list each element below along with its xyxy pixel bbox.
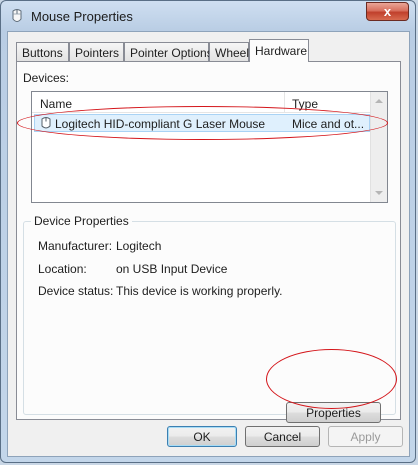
device-status-label: Device status:	[38, 284, 114, 298]
device-status-value: This device is working properly.	[116, 284, 283, 298]
device-row-logitech-mouse[interactable]: Logitech HID-compliant G Laser Mouse Mic…	[34, 114, 370, 132]
tab-hardware[interactable]: Hardware	[249, 39, 309, 62]
window-title: Mouse Properties	[31, 9, 133, 24]
hardware-tab-panel: Devices: Name Type Logitech HID-complian…	[16, 61, 401, 423]
device-type: Mice and ot...	[292, 117, 365, 131]
column-header-name[interactable]: Name	[40, 97, 72, 111]
tab-pointers[interactable]: Pointers	[69, 42, 124, 61]
devices-list-scrollbar[interactable]	[370, 92, 387, 202]
tab-pointer-options[interactable]: Pointer Options	[124, 42, 213, 61]
devices-label: Devices:	[23, 71, 70, 85]
title-bar[interactable]: Mouse Properties x	[1, 1, 415, 31]
manufacturer-value: Logitech	[116, 239, 162, 253]
device-name: Logitech HID-compliant G Laser Mouse	[55, 117, 266, 131]
location-label: Location:	[38, 262, 87, 276]
column-divider[interactable]	[284, 92, 285, 112]
scroll-down-arrow-icon[interactable]	[375, 191, 383, 195]
apply-button[interactable]: Apply	[328, 426, 403, 447]
dialog-client-area: Buttons Pointers Pointer Options Wheel H…	[7, 31, 410, 457]
devices-list[interactable]: Name Type Logitech HID-compliant G Laser…	[31, 91, 388, 203]
tab-wheel[interactable]: Wheel	[209, 42, 249, 61]
location-value: on USB Input Device	[116, 262, 228, 276]
column-header-type[interactable]: Type	[292, 97, 318, 111]
properties-button[interactable]: Properties	[286, 402, 381, 423]
scroll-up-arrow-icon[interactable]	[375, 99, 383, 103]
manufacturer-label: Manufacturer:	[38, 239, 113, 253]
mouse-device-icon	[40, 116, 52, 130]
mouse-icon	[9, 8, 25, 24]
device-properties-title: Device Properties	[31, 214, 132, 228]
close-button[interactable]: x	[366, 2, 409, 21]
tab-buttons[interactable]: Buttons	[16, 42, 69, 61]
mouse-properties-window: Mouse Properties x Buttons Pointers Poin…	[0, 0, 416, 463]
ok-button[interactable]: OK	[167, 426, 237, 447]
list-header: Name Type	[32, 92, 387, 113]
cancel-button[interactable]: Cancel	[245, 426, 320, 447]
close-icon: x	[383, 4, 392, 19]
